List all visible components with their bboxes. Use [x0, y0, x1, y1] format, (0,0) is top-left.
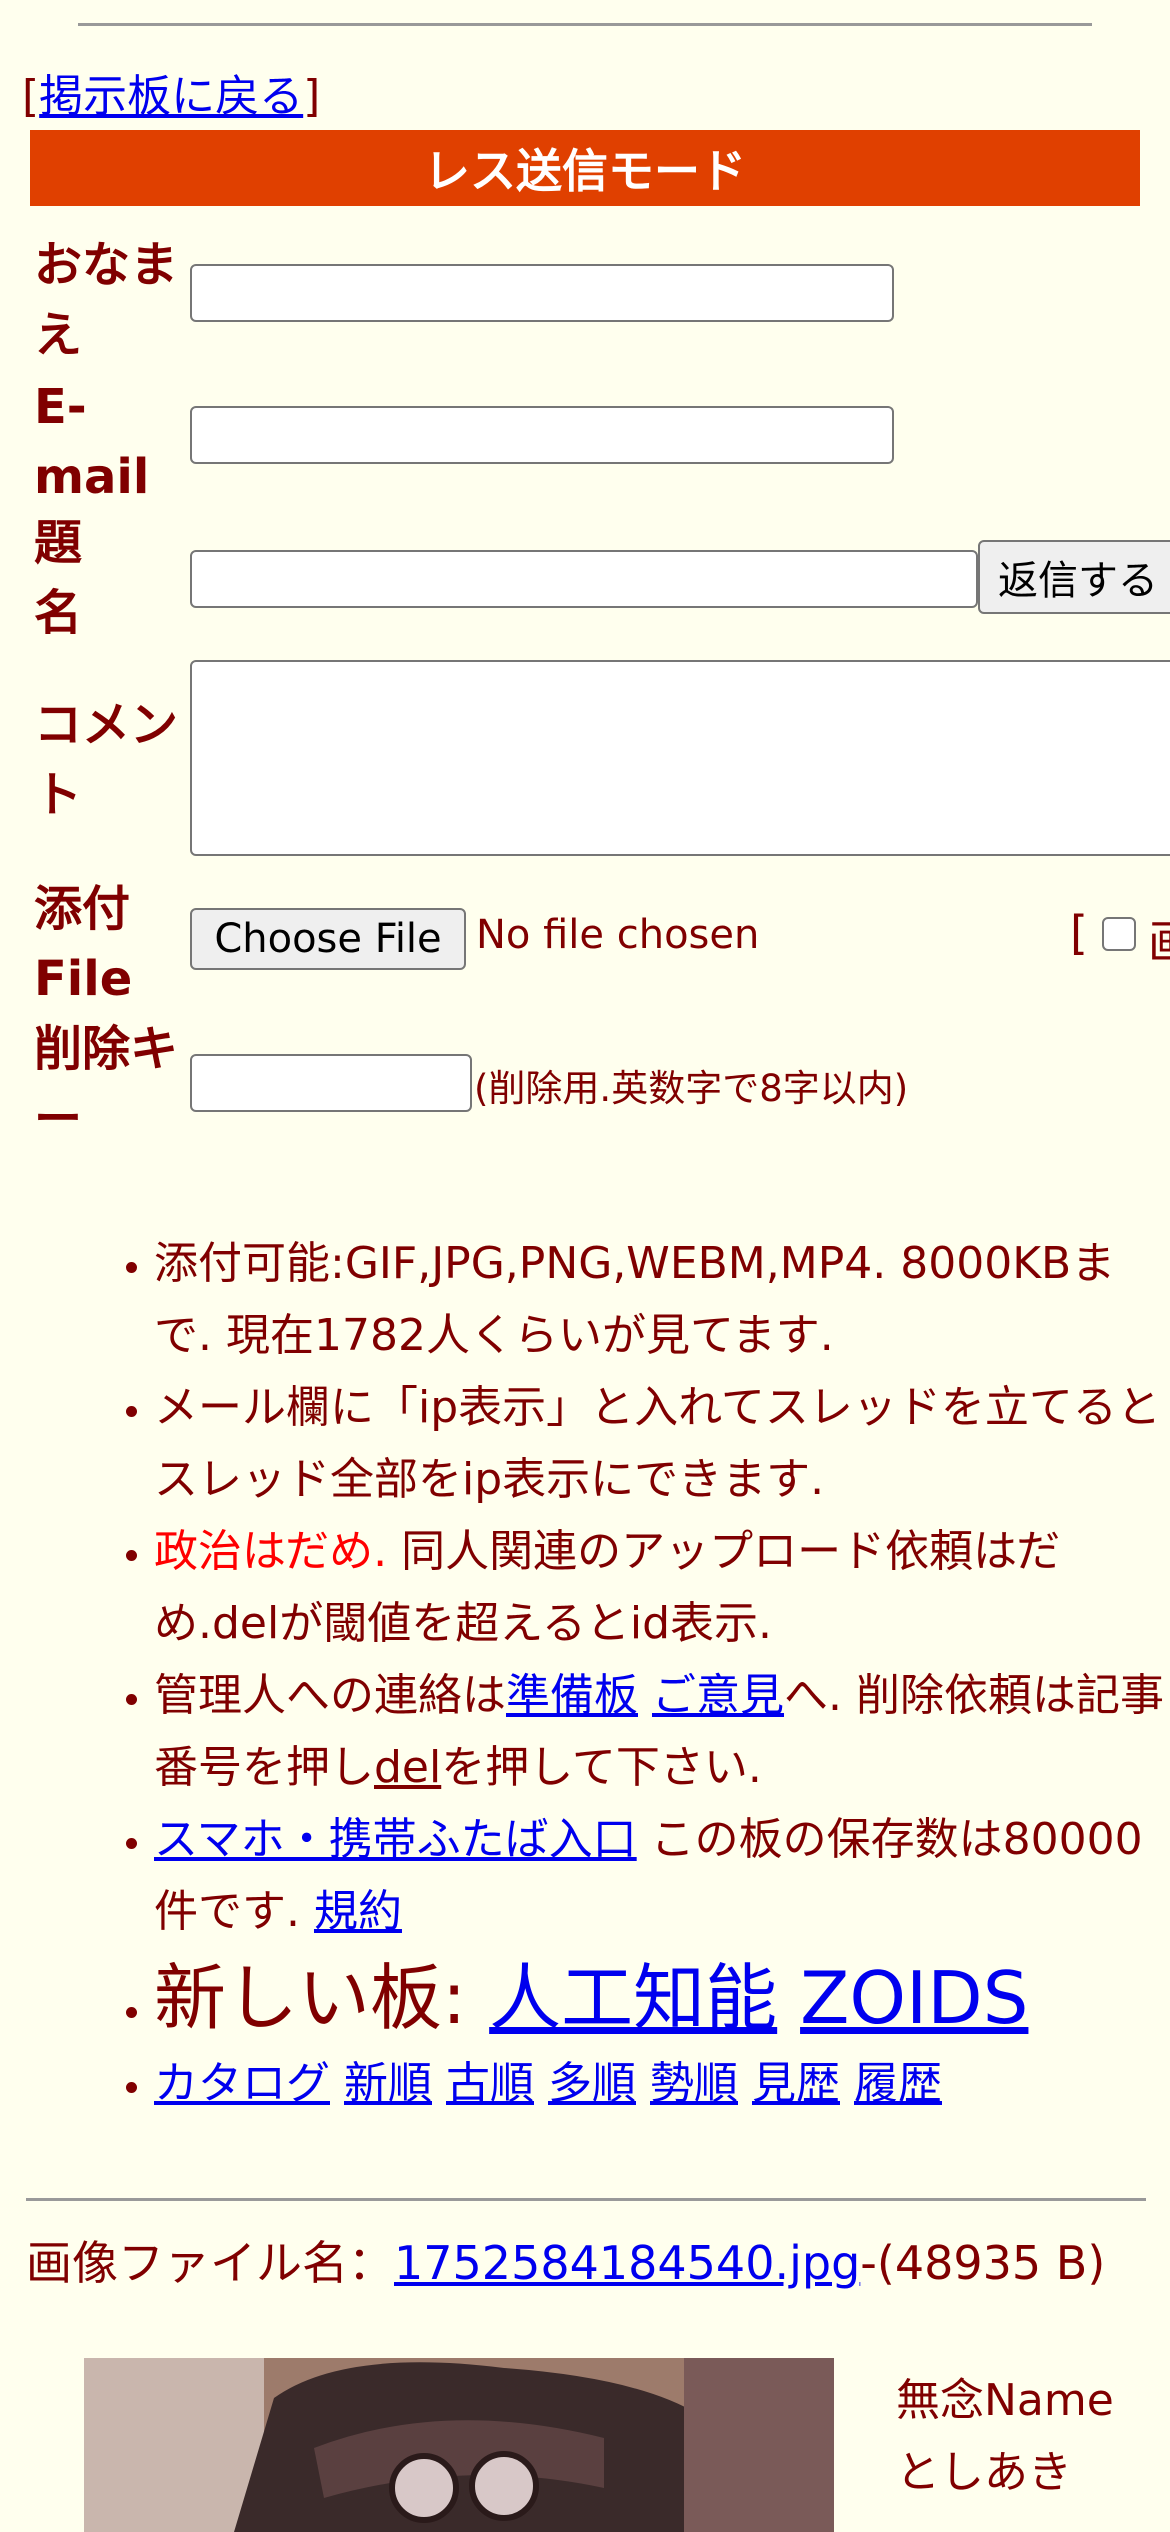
comment-label: コメント — [34, 697, 179, 823]
ai-board-link[interactable]: 人工知能 — [489, 1956, 777, 2040]
note-new-boards: 新しい板: 人工知能 ZOIDS — [154, 1948, 1170, 2048]
history-link[interactable]: 履歴 — [854, 2058, 942, 2109]
image-option-bracket: [ — [1070, 906, 1088, 960]
viewed-history-link[interactable]: 見歴 — [752, 2058, 840, 2109]
bottom-divider — [26, 2198, 1146, 2201]
post-thumbnail-image[interactable] — [84, 2358, 834, 2532]
mobile-entrance-link[interactable]: スマホ・携帯ふたば入口 — [154, 1814, 637, 1865]
no-file-text: No file chosen — [476, 912, 760, 958]
board-notes-list: 添付可能:GIF,JPG,PNG,WEBM,MP4. 8000KBまで. 現在1… — [0, 1228, 1170, 2120]
note-mobile: スマホ・携帯ふたば入口 この板の保存数は80000件です. 規約 — [154, 1804, 1170, 1948]
name-input[interactable] — [190, 264, 894, 322]
post-file-info: 画像ファイル名：1752584184540.jpg-(48935 B) — [26, 2236, 1106, 2290]
reply-button[interactable]: 返信する — [978, 540, 1170, 614]
image-option-checkbox[interactable] — [1102, 917, 1136, 951]
feedback-link[interactable]: ご意見 — [652, 1670, 784, 1721]
image-option-label: 画 — [1148, 906, 1170, 972]
sort-old-link[interactable]: 古順 — [446, 2058, 534, 2109]
delete-key-input[interactable] — [190, 1054, 472, 1112]
catalog-link[interactable]: カタログ — [154, 2058, 330, 2109]
del-text: del — [374, 1742, 442, 1793]
subject-input[interactable] — [190, 550, 978, 608]
zoids-board-link[interactable]: ZOIDS — [800, 1956, 1028, 2040]
delete-key-label: 削除キー — [34, 1021, 179, 1147]
sort-new-link[interactable]: 新順 — [344, 2058, 432, 2109]
terms-link[interactable]: 規約 — [314, 1886, 402, 1937]
sort-many-link[interactable]: 多順 — [548, 2058, 636, 2109]
note-ip-display: メール欄に「ip表示」と入れてスレッドを立てるとスレッド全部をip表示にできます… — [154, 1372, 1170, 1516]
name-label: おなまえ — [34, 237, 179, 363]
reply-mode-header: レス送信モード — [30, 130, 1140, 206]
file-label: 添付File — [34, 881, 133, 1007]
note-attachments: 添付可能:GIF,JPG,PNG,WEBM,MP4. 8000KBまで. 現在1… — [154, 1228, 1170, 1372]
sort-momentum-link[interactable]: 勢順 — [650, 2058, 738, 2109]
back-to-board-link[interactable]: 掲示板に戻る — [39, 71, 303, 122]
delete-key-note: (削除用.英数字で8字以内) — [474, 1067, 909, 1110]
note-contact: 管理人への連絡は準備板 ご意見へ. 削除依頼は記事番号を押しdelを押して下さい… — [154, 1660, 1170, 1804]
email-input[interactable] — [190, 406, 894, 464]
choose-file-button[interactable]: Choose File — [190, 908, 466, 970]
note-rules: 政治はだめ. 同人関連のアップロード依頼はだめ.delが閾値を超えるとid表示. — [154, 1516, 1170, 1660]
prep-board-link[interactable]: 準備板 — [506, 1670, 638, 1721]
comment-textarea[interactable] — [190, 660, 1170, 856]
top-divider — [78, 23, 1092, 26]
note-sort-links: カタログ 新順 古順 多順 勢順 見歴 履歴 — [154, 2048, 1170, 2120]
back-link-wrapper: [掲示板に戻る] — [22, 71, 321, 122]
politics-warning: 政治はだめ. — [154, 1526, 388, 1577]
email-label: E-mail — [34, 379, 150, 505]
poster-name: 無念Name としあき — [896, 2375, 1114, 2498]
subject-label: 題名 — [34, 515, 83, 641]
image-file-link[interactable]: 1752584184540.jpg — [394, 2236, 860, 2290]
